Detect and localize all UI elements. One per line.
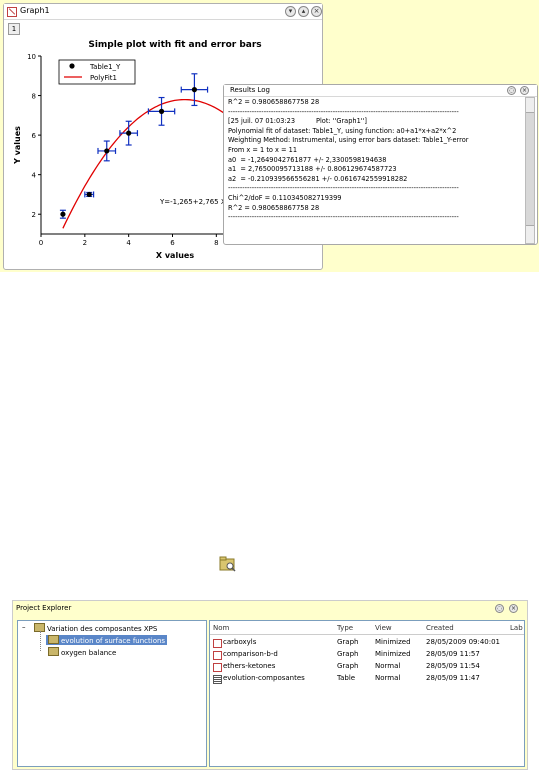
log-line: Polynomial fit of dataset: Table1_Y, usi… (228, 126, 457, 135)
data-point (158, 108, 165, 114)
row-type: Graph (337, 662, 359, 670)
column-header[interactable]: View (375, 624, 392, 632)
header-divider (210, 634, 524, 635)
x-tick-label: 8 (214, 239, 218, 247)
log-line: R^2 = 0.980658867758 28 (228, 98, 320, 106)
column-header[interactable]: Nom (213, 624, 229, 632)
row-view: Normal (375, 662, 401, 670)
float-icon[interactable]: ◌ (495, 604, 504, 613)
close-icon[interactable]: × (520, 86, 529, 95)
tree-root-item[interactable]: Variation des composantes XPS (34, 623, 157, 633)
tree-line (40, 631, 41, 651)
log-line: [25 juil. 07 01:03:23 Plot: ''Graph1''] (228, 117, 367, 126)
folder-icon (48, 635, 59, 644)
graph-icon (213, 663, 222, 672)
y-axis-label: Y values (13, 126, 22, 165)
row-type: Graph (337, 650, 359, 658)
row-created: 28/05/09 11:57 (426, 650, 480, 658)
project-explorer-title: Project Explorer (16, 604, 72, 612)
log-line: From x = 1 to x = 11 (228, 145, 298, 154)
row-type: Graph (337, 638, 359, 646)
x-tick-label: 4 (126, 239, 131, 247)
x-tick-label: 2 (83, 239, 87, 247)
log-line: Weighting Method: Instrumental, using er… (228, 136, 469, 145)
legend-label: Table1_Y (89, 63, 121, 71)
row-view: Minimized (375, 638, 411, 646)
data-point (104, 148, 110, 154)
results-log-title: Results Log (230, 86, 271, 94)
log-line: a1 = 2,76500095713188 +/- 0.806129674587… (228, 165, 397, 174)
data-point (86, 191, 92, 198)
y-tick-label: 6 (32, 132, 37, 140)
close-icon[interactable]: × (509, 604, 518, 613)
results-log-window[interactable]: Results Log ◌ × R^2 = 0.980658867758 28-… (223, 84, 538, 245)
row-name[interactable]: comparison-b-d (223, 650, 278, 658)
row-view: Normal (375, 674, 401, 682)
log-line: ----------------------------------------… (228, 184, 459, 193)
log-line: a2 = -0.210939566556281 +/- 0.0616742559… (228, 174, 408, 183)
graph-icon (213, 651, 222, 660)
tree-item-selected[interactable]: evolution of surface functions (46, 635, 168, 645)
row-name[interactable]: ethers-ketones (223, 662, 275, 670)
legend-marker-points (69, 63, 75, 69)
column-header[interactable]: Type (337, 624, 353, 632)
row-name[interactable]: evolution-composantes (223, 674, 305, 682)
x-tick-label: 6 (170, 239, 175, 247)
project-list[interactable]: Nom Type View Created Lab carboxyls Graph… (209, 620, 525, 767)
tree-collapse-icon[interactable]: – (22, 623, 26, 631)
column-header[interactable]: Lab (510, 624, 523, 632)
results-log-scrollbar[interactable] (525, 97, 535, 244)
y-tick-label: 8 (32, 93, 36, 101)
project-explorer[interactable]: Project Explorer ◌ × – Variation des com… (12, 600, 528, 770)
log-line: ----------------------------------------… (228, 213, 459, 222)
log-line: ----------------------------------------… (228, 107, 459, 116)
row-view: Minimized (375, 650, 411, 658)
fit-curve (62, 98, 250, 229)
log-line: Chi^2/doF = 0.110345082719399 (228, 193, 342, 202)
row-created: 28/05/09 11:54 (426, 662, 480, 670)
x-tick-label: 0 (39, 239, 43, 247)
scroll-thumb[interactable] (526, 112, 534, 226)
x-axis-label: X values (156, 251, 194, 260)
graph-icon (213, 639, 222, 648)
project-tree[interactable]: – Variation des composantes XPS evolutio… (17, 620, 207, 767)
folder-search-icon (219, 556, 236, 572)
y-tick-label: 2 (32, 211, 36, 219)
float-icon[interactable]: ◌ (507, 86, 516, 95)
results-log-titlebar[interactable]: Results Log ◌ × (224, 85, 537, 97)
chart-title: Simple plot with fit and error bars (88, 40, 261, 50)
y-tick-label: 10 (27, 53, 36, 61)
row-type: Table (337, 674, 356, 682)
row-created: 28/05/09 11:47 (426, 674, 480, 682)
folder-icon (48, 647, 59, 656)
row-created: 28/05/2009 09:40:01 (426, 638, 501, 646)
data-point (60, 211, 66, 217)
row-name[interactable]: carboxyls (223, 638, 256, 646)
table-icon (213, 675, 222, 684)
data-point (126, 130, 132, 136)
legend-label: PolyFit1 (90, 74, 117, 82)
y-tick-label: 4 (32, 172, 37, 180)
data-point (191, 87, 198, 93)
tree-item[interactable]: oxygen balance (48, 647, 116, 657)
column-header[interactable]: Created (426, 624, 454, 632)
results-log-text[interactable]: R^2 = 0.980658867758 28 -----------------… (228, 98, 522, 241)
log-line: R^2 = 0.980658867758 28 (228, 203, 320, 212)
log-line: a0 = -1,2649042761877 +/- 2,330059819463… (228, 155, 387, 164)
